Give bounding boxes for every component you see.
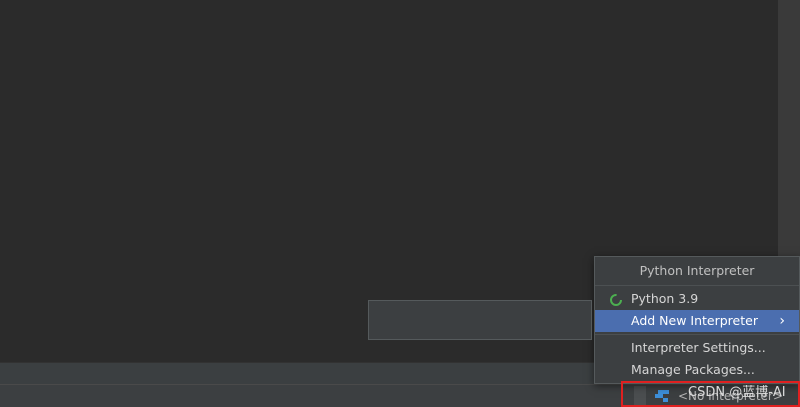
menu-item-interpreter-settings[interactable]: Interpreter Settings...: [595, 337, 799, 359]
popup-title: Python Interpreter: [595, 257, 799, 286]
menu-item-add-local-interpreter[interactable]: Add Local Interpreter...: [373, 313, 576, 332]
menu-item-manage-packages[interactable]: Manage Packages...: [595, 359, 799, 381]
menu-separator: [595, 334, 799, 335]
watermark-text: CSDN @蓝博-AI: [688, 385, 786, 400]
add-interpreter-submenu: Add Local Interpreter...: [371, 308, 583, 334]
menu-item-python-3-9[interactable]: Python 3.9: [595, 288, 799, 310]
menu-item-add-new-interpreter[interactable]: Add New Interpreter ›: [595, 310, 799, 332]
menu-item-label: Python 3.9: [631, 291, 699, 306]
ide-window: <No interpreter> Python Interpreter Pyth…: [0, 0, 800, 407]
menu-item-label: Add Local Interpreter...: [409, 315, 552, 330]
menu-item-label: Add New Interpreter: [631, 313, 758, 328]
python-icon: [654, 389, 672, 403]
python-interpreter-popup: Python Interpreter Python 3.9 Add New In…: [594, 256, 800, 384]
status-bar-divider: [634, 386, 646, 405]
menu-item-label: Interpreter Settings...: [631, 340, 766, 355]
home-icon: [387, 316, 400, 335]
menu-item-label: Manage Packages...: [631, 362, 755, 377]
chevron-right-icon: ›: [779, 313, 785, 329]
